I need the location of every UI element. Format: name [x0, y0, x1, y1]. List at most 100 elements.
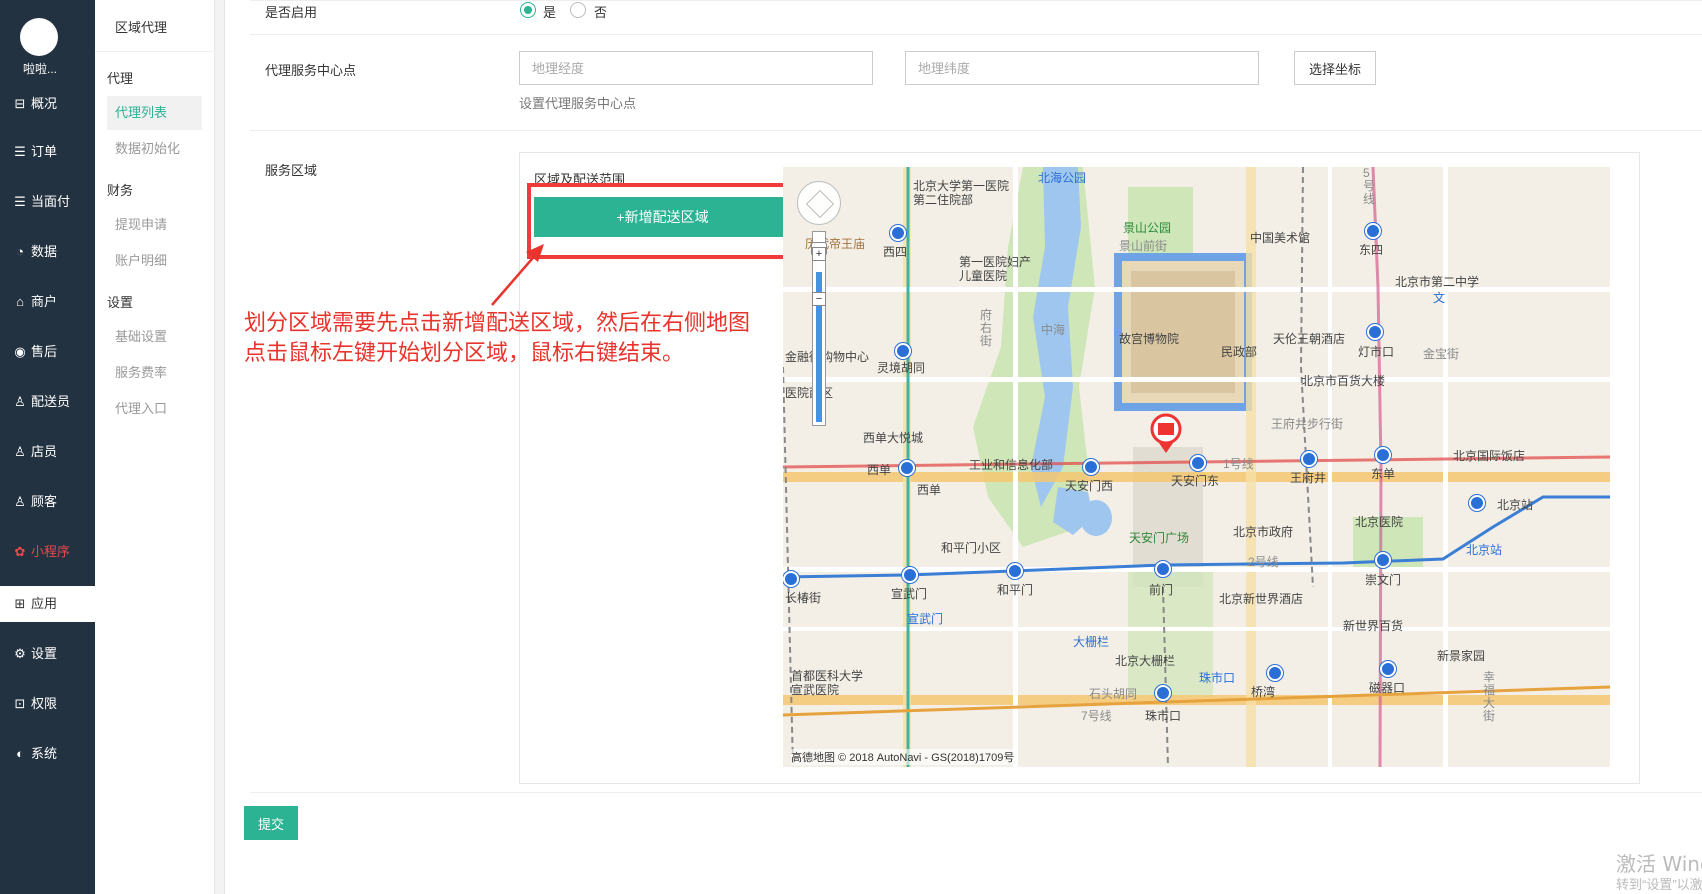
- map-label: 北海公园: [1038, 171, 1087, 185]
- radio-no[interactable]: [570, 2, 586, 18]
- metro-station-icon[interactable]: [902, 567, 918, 583]
- longitude-input[interactable]: [519, 51, 873, 85]
- subnav-group-finance: 财务: [107, 183, 134, 198]
- map-label: 天伦王朝酒店: [1273, 332, 1346, 346]
- nav-item-overview[interactable]: ⊟ 概况: [0, 86, 95, 122]
- radio-no-label: 否: [594, 5, 608, 20]
- nav-item-customer[interactable]: ♙ 顾客: [0, 484, 95, 520]
- map-label: 石头胡同: [1089, 687, 1138, 701]
- subnav-item-withdraw[interactable]: 提现申请: [107, 208, 202, 242]
- metro-station-icon[interactable]: [1155, 561, 1171, 577]
- nav-item-settings[interactable]: ⚙ 设置: [0, 636, 95, 672]
- nav-item-data[interactable]: ◔ 数据: [0, 234, 95, 270]
- divider: [250, 0, 1702, 1]
- user-icon: ♙: [14, 394, 26, 409]
- map-label: 天安门西: [1065, 479, 1114, 493]
- map-label: 北京市百货大楼: [1301, 374, 1386, 388]
- map-label: 北京站: [1466, 543, 1503, 557]
- map-label: 西单: [867, 463, 892, 477]
- map-label: 宣武门: [891, 587, 928, 601]
- metro-station-icon[interactable]: [1267, 665, 1283, 681]
- metro-station-icon[interactable]: [1365, 223, 1381, 239]
- choose-coordinate-button[interactable]: 选择坐标: [1294, 51, 1377, 85]
- map-label: 景山公园: [1123, 221, 1172, 235]
- map-label: 新景家园: [1437, 649, 1486, 663]
- zoom-out-button[interactable]: −: [812, 292, 826, 306]
- metro-station-icon[interactable]: [1380, 661, 1396, 677]
- map-label: 长椿街: [785, 591, 822, 605]
- metro-station-icon[interactable]: [1375, 447, 1391, 463]
- metro-station-icon[interactable]: [1367, 324, 1383, 340]
- subnav-item-basic-settings[interactable]: 基础设置: [107, 320, 202, 354]
- map-pan-control[interactable]: [797, 181, 841, 225]
- map-label: 中海: [1041, 323, 1066, 337]
- user-icon: ♙: [14, 444, 26, 459]
- miniapp-icon: ✿: [14, 544, 26, 559]
- map-label: 和平门小区: [941, 541, 1002, 555]
- map-label: 民政部: [1221, 345, 1258, 359]
- metro-station-icon[interactable]: [890, 225, 906, 241]
- main-content: 是否启用 是 否 代理服务中心点 选择坐标 设置代理服务中心点 服务区域 区域及…: [226, 0, 1702, 894]
- map-label: 北京医院: [1355, 515, 1404, 529]
- map[interactable]: 北海公园 景山公园 景山前街 北京大学第一医院第二住院部 历代帝王庙 西四 第一…: [783, 167, 1610, 767]
- nav-item-courier[interactable]: ♙ 配送员: [0, 384, 95, 420]
- map-label: 2号线: [1248, 555, 1279, 569]
- subnav-item-agent-entry[interactable]: 代理入口: [107, 392, 202, 426]
- username: 啦啦...: [22, 62, 57, 76]
- metro-station-icon[interactable]: [1469, 495, 1485, 511]
- map-label: 北京大栅栏: [1115, 654, 1176, 668]
- metro-station-icon[interactable]: [895, 343, 911, 359]
- nav-item-after-sales[interactable]: ◉ 售后: [0, 334, 95, 370]
- metro-station-icon[interactable]: [1375, 552, 1391, 568]
- user-icon: ♙: [14, 494, 26, 509]
- map-label: 崇文门: [1365, 573, 1402, 587]
- map-label: 府右街: [980, 308, 993, 348]
- map-label: 灵境胡同: [877, 361, 926, 375]
- nav-item-face-pay[interactable]: ☰ 当面付: [0, 184, 95, 220]
- main-nav: 啦啦... ⊟ 概况 ☰ 订单 ☰ 当面付 ◔ 数据 ⌂ 商户 ◉ 售后 ♙ 配送员 ♙ 店员 …: [0, 0, 95, 894]
- nav-item-apps[interactable]: ⊞ 应用: [0, 586, 95, 622]
- zoom-in-button[interactable]: +: [812, 247, 826, 261]
- metro-station-icon[interactable]: [1083, 459, 1099, 475]
- area-label: 服务区域: [265, 163, 318, 178]
- avatar[interactable]: [20, 18, 58, 56]
- metro-station-icon[interactable]: [899, 460, 915, 476]
- radio-yes[interactable]: [520, 2, 536, 18]
- nav-item-orders[interactable]: ☰ 订单: [0, 134, 95, 170]
- nav-item-clerk[interactable]: ♙ 店员: [0, 434, 95, 470]
- map-label: 前门: [1149, 583, 1174, 597]
- nav-item-permissions[interactable]: ⊡ 权限: [0, 686, 95, 722]
- map-label: 北京站: [1497, 498, 1534, 512]
- map-label: 西单: [917, 483, 942, 497]
- subnav-item-agent-list[interactable]: 代理列表: [107, 96, 202, 130]
- map-label: 幸福大街: [1483, 670, 1496, 723]
- map-label: 中国美术馆: [1250, 231, 1311, 245]
- nav-item-miniapp[interactable]: ✿ 小程序: [0, 534, 95, 570]
- submit-button[interactable]: 提交: [244, 806, 298, 840]
- apps-icon: ⊞: [14, 596, 26, 611]
- windows-watermark: 激活 Windows: [1616, 852, 1702, 876]
- system-icon: ◐: [16, 746, 24, 761]
- map-label: 宣武门: [907, 612, 944, 626]
- metro-station-icon[interactable]: [1301, 451, 1317, 467]
- subnav-item-data-init[interactable]: 数据初始化: [107, 132, 202, 166]
- metro-station-icon[interactable]: [783, 571, 799, 587]
- latitude-input[interactable]: [905, 51, 1259, 85]
- map-label: 北京大学第一医院第二住院部: [913, 179, 1010, 207]
- subnav-item-service-fee[interactable]: 服务费率: [107, 356, 202, 390]
- metro-station-icon[interactable]: [1007, 563, 1023, 579]
- divider: [250, 792, 1702, 793]
- metro-station-icon[interactable]: [1155, 685, 1171, 701]
- add-delivery-area-button[interactable]: +新增配送区域: [534, 197, 791, 237]
- store-icon: ⌂: [16, 294, 24, 309]
- sub-nav: 区域代理 代理 代理列表 数据初始化 财务 提现申请 账户明细 设置 基础设置 …: [95, 0, 215, 894]
- map-label: 东四: [1359, 243, 1384, 257]
- subnav-group-settings: 设置: [107, 295, 134, 310]
- nav-item-system[interactable]: ◐ 系统: [0, 736, 95, 772]
- map-label: 珠市口: [1145, 709, 1182, 723]
- nav-item-merchant[interactable]: ⌂ 商户: [0, 284, 95, 320]
- metro-station-icon[interactable]: [1190, 455, 1206, 471]
- center-label: 代理服务中心点: [265, 63, 357, 78]
- map-label: 7号线: [1081, 709, 1112, 723]
- subnav-item-account-detail[interactable]: 账户明细: [107, 244, 202, 278]
